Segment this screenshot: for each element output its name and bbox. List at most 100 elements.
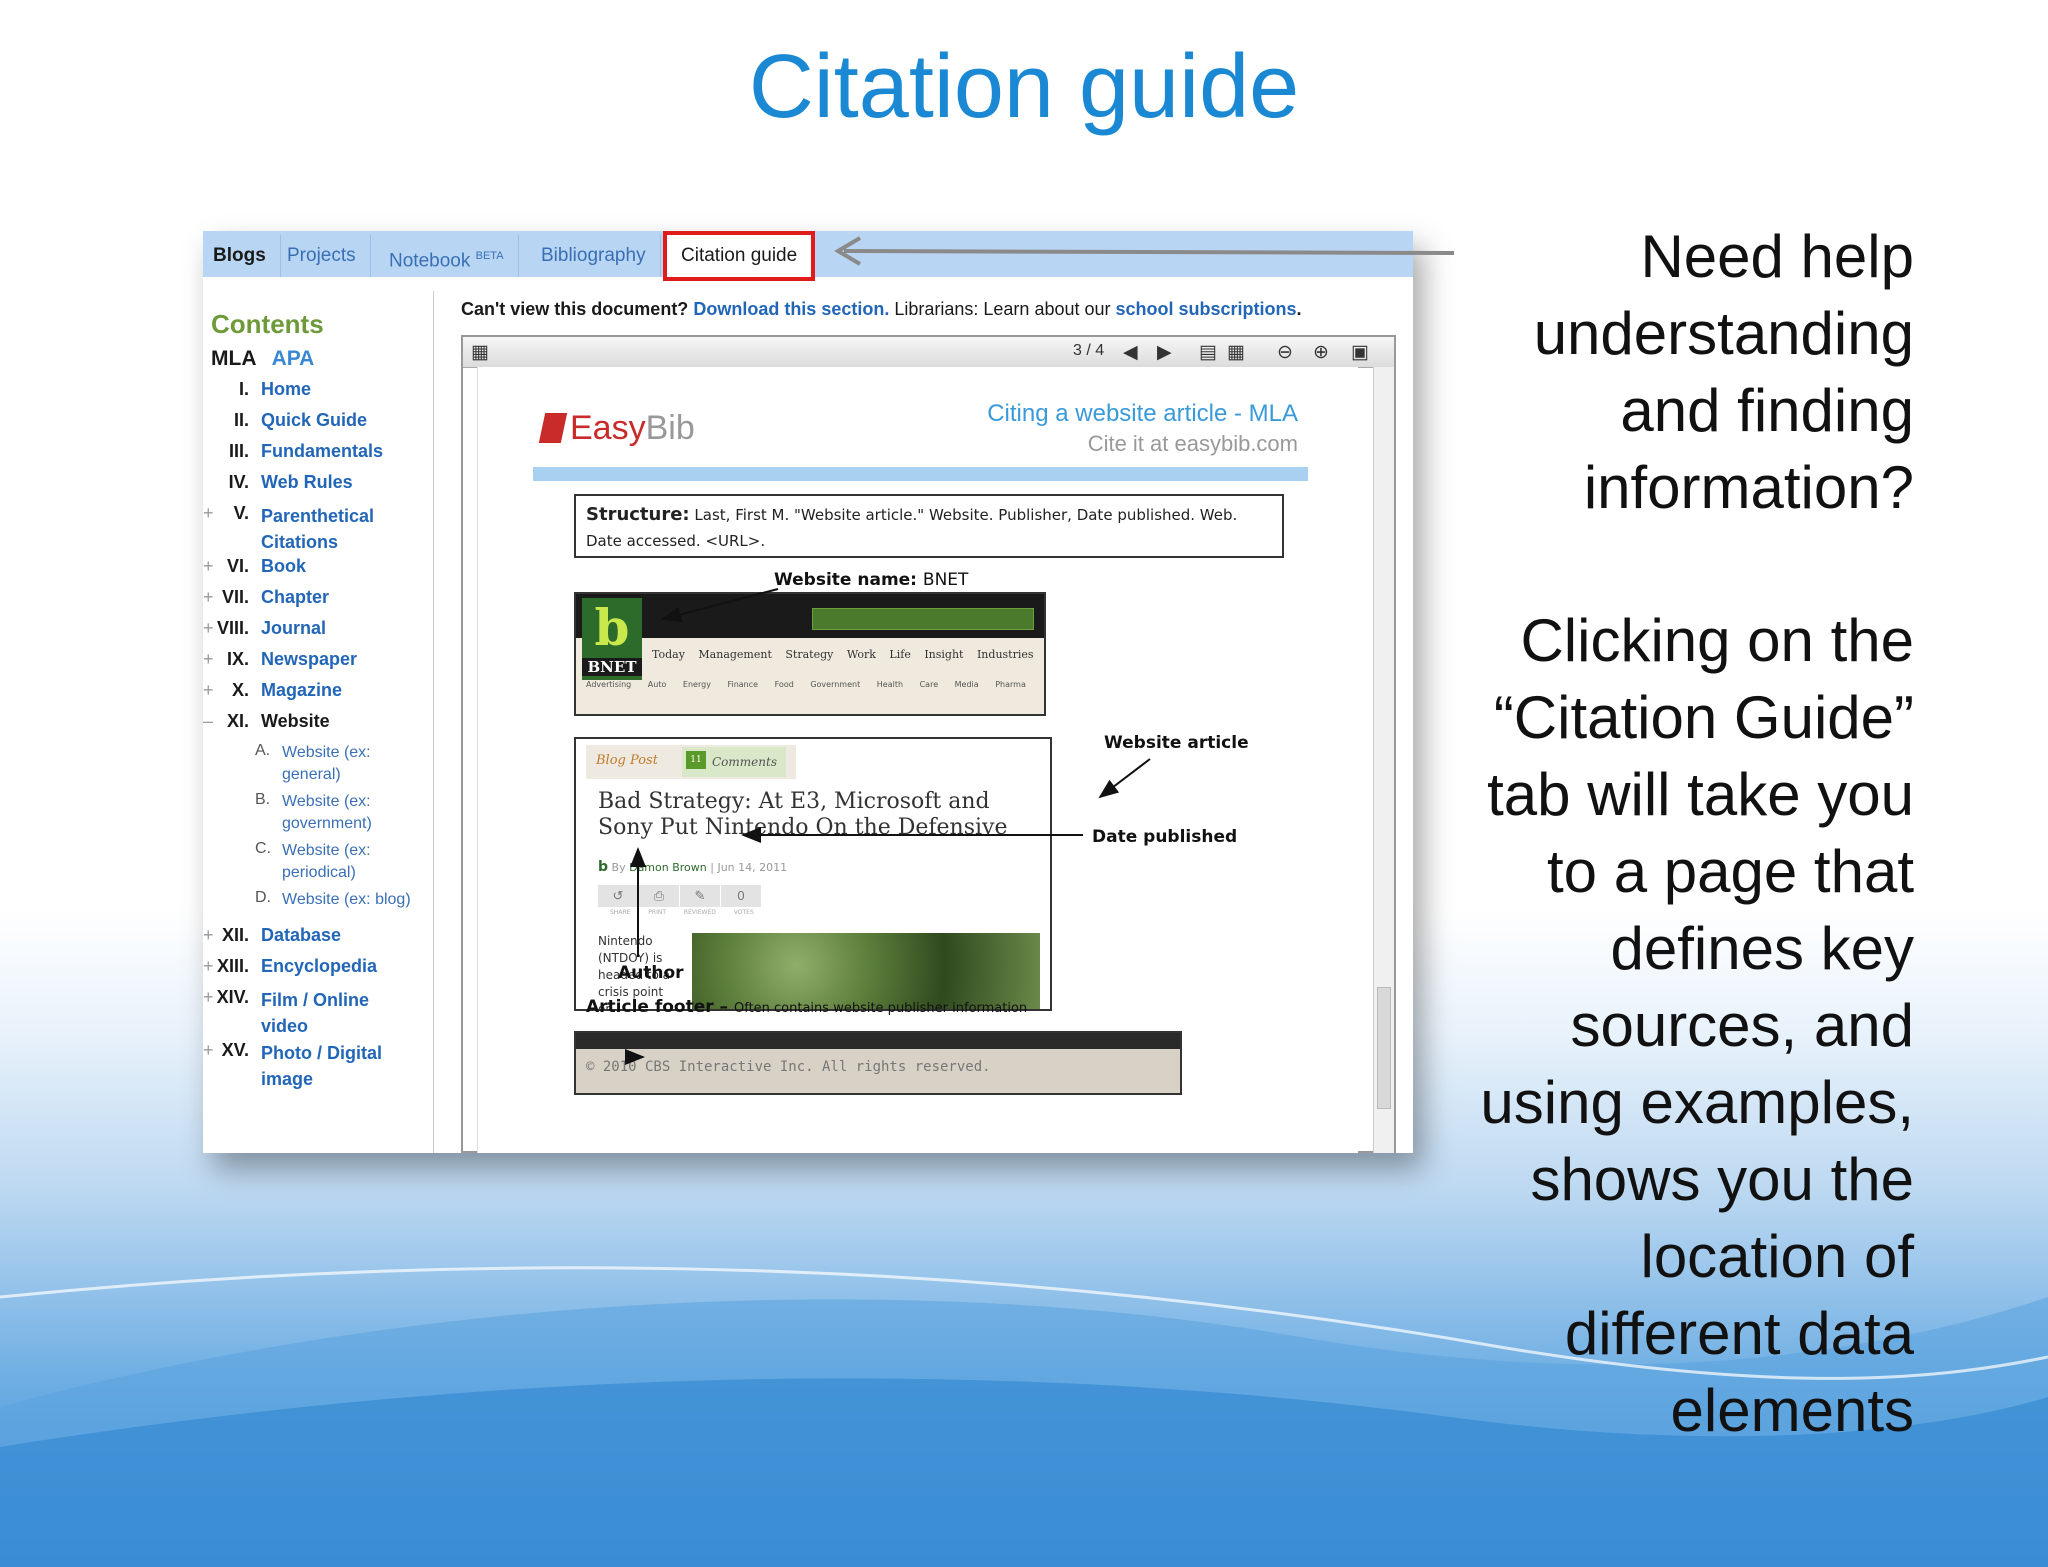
single-page-view-icon[interactable]: ▤ [1199,341,1217,364]
toc-label: Journal [261,618,327,638]
toc-item[interactable]: + XII. Database [203,925,433,956]
expand-icon[interactable]: + [203,956,214,977]
sub-label: Website (ex: general) [282,744,371,783]
byline-author: Damon Brown [629,861,707,874]
table-of-contents: I. Home II. Quick Guide III. Fundamentals I… [203,379,433,1093]
expand-icon[interactable]: + [203,1040,214,1061]
help-line: understanding [1533,300,1914,367]
blog-post-tab: Blog Post [596,753,658,768]
toc-label: Fundamentals [261,441,384,461]
toc-item[interactable]: II. Quick Guide [203,410,433,441]
zoom-in-icon[interactable]: ⊕ [1313,341,1329,364]
citing-subheading: Cite it at easybib.com [1087,431,1298,456]
toc-num: XIII. [216,956,249,976]
expand-icon[interactable]: + [203,987,214,1008]
bnet-logo-text: BNET [582,658,642,676]
comments-tab: 11 Comments [682,747,786,777]
toc-num: XI. [226,711,249,731]
toc-num: XII. [221,925,249,945]
toc-label: Database [261,925,342,945]
toc-label: Encyclopedia [261,956,378,976]
school-subscriptions-link[interactable]: school subscriptions [1116,299,1297,319]
download-section-link[interactable]: Download this section. [693,299,889,319]
bnet-subnav: Advertising Auto Energy Finance Food Gov… [586,680,1026,689]
expand-icon[interactable]: + [203,925,214,946]
toc-item[interactable]: + V. Parenthetical Citations [203,503,433,556]
viewer-logo-icon: ▦ [471,342,489,363]
author-annotation: Author [618,963,684,983]
article-headline: Bad Strategy: At E3, Microsoft and Sony … [598,789,1008,840]
website-article-annotation: Website article [1104,733,1249,753]
footer-bar [576,1033,1180,1049]
toc-item[interactable]: + XV. Photo / Digital image [203,1040,433,1093]
sub-item[interactable]: C. Website (ex: periodical) [203,840,433,889]
zoom-out-icon[interactable]: ⊖ [1277,341,1293,364]
tab-citation-guide[interactable]: Citation guide [663,231,816,281]
style-apa[interactable]: APA [272,347,315,370]
sub-item[interactable]: B. Website (ex: government) [203,791,433,840]
toc-item[interactable]: III. Fundamentals [203,441,433,472]
citing-heading: Citing a website article - MLA [987,400,1298,427]
toc-label: Magazine [261,680,343,700]
tab-blogs[interactable]: Blogs [203,235,281,277]
date-published-annotation: Date published [1092,827,1238,847]
sub-item[interactable]: A. Website (ex: general) [203,742,433,791]
comments-count: 11 [686,751,706,769]
expand-icon[interactable]: + [203,680,214,701]
explanation-text: Clicking on the “Citation Guide” tab wil… [1480,602,1914,1449]
bnet-logo-letter: b [594,598,630,657]
expand-icon[interactable]: + [203,587,214,608]
toc-item-website[interactable]: – XI. Website [203,711,433,742]
tab-notebook[interactable]: Notebook BETA [375,235,519,277]
fullscreen-icon[interactable]: ▣ [1351,341,1369,364]
grid-view-icon[interactable]: ▦ [1227,341,1245,364]
scrollbar-thumb[interactable] [1377,987,1391,1109]
contents-title: Contents [211,309,324,339]
tab-bibliography[interactable]: Bibliography [527,235,661,277]
explain-line: to a page that [1547,838,1914,905]
toc-num: XIV. [216,987,249,1007]
viewer-scrollbar[interactable] [1373,367,1394,1153]
logo-bib: Bib [645,409,695,447]
review-icon: ✎ [680,885,721,907]
prev-page-icon[interactable]: ◀ [1123,341,1138,364]
toc-item[interactable]: + XIII. Encyclopedia [203,956,433,987]
website-name-label: Website name: [774,570,917,590]
toc-item[interactable]: + VI. Book [203,556,433,587]
expand-icon[interactable]: + [203,618,214,639]
toc-item[interactable]: + IX. Newspaper [203,649,433,680]
toc-item[interactable]: + VIII. Journal [203,618,433,649]
article-footer-annotation: Article footer – Often contains website … [586,997,1027,1017]
toc-item[interactable]: + X. Magazine [203,680,433,711]
toc-label: Film / Online video [261,990,370,1036]
sub-label: Website (ex: periodical) [282,842,371,881]
toc-item[interactable]: I. Home [203,379,433,410]
expand-icon[interactable]: + [203,556,214,577]
style-switcher: MLA APA [211,347,314,371]
tab-notebook-label: Notebook [389,250,471,272]
sub-letter: A. [255,742,271,759]
expand-icon[interactable]: + [203,649,214,670]
explain-line: location of [1640,1223,1914,1290]
bnet-nav: Today Management Strategy Work Life Insi… [652,648,1046,661]
style-mla[interactable]: MLA [211,347,256,370]
toc-item[interactable]: + VII. Chapter [203,587,433,618]
collapse-icon[interactable]: – [203,711,213,732]
explain-line: using examples, [1480,1069,1914,1136]
explain-line: shows you the [1530,1146,1914,1213]
website-name-value: BNET [922,570,969,590]
next-page-icon[interactable]: ▶ [1157,341,1172,364]
toc-num: IX. [226,649,249,669]
explain-line: elements [1670,1377,1914,1444]
toc-item[interactable]: + XIV. Film / Online video [203,987,433,1040]
toc-num: II. [233,410,249,430]
bnet-header-image: b BNET Today Management Strategy Work Lif… [574,592,1046,716]
toc-item[interactable]: IV. Web Rules [203,472,433,503]
toc-label: Book [261,556,306,576]
toc-label: Newspaper [261,649,358,669]
expand-icon[interactable]: + [203,503,214,524]
toc-num: IV. [228,472,249,492]
tab-projects[interactable]: Projects [273,235,371,277]
sub-item[interactable]: D. Website (ex: blog) [203,889,433,925]
toc-label: Quick Guide [261,410,368,430]
